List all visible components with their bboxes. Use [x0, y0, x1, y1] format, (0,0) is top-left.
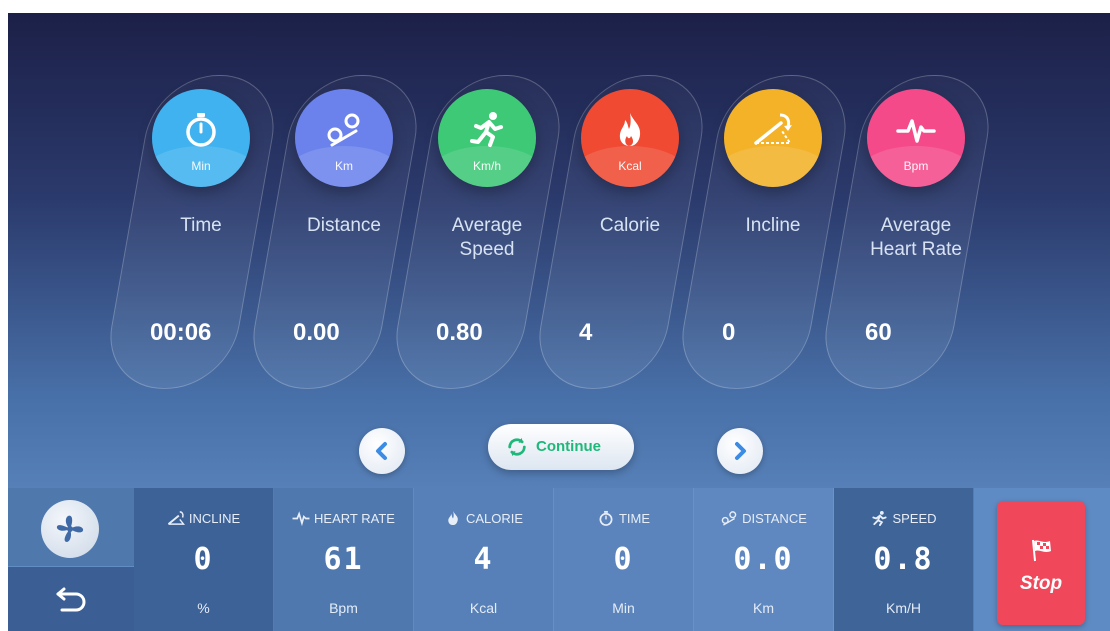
- back-arrow-icon: [56, 587, 86, 612]
- fan-panel: [8, 488, 134, 566]
- card-label: Distance: [307, 215, 381, 236]
- checkered-flag-icon: [1032, 539, 1051, 562]
- stop-panel: Stop: [974, 488, 1110, 631]
- metric-value: 4: [473, 542, 494, 577]
- card-value: 4: [579, 319, 593, 346]
- metric-value: 61: [323, 542, 364, 577]
- metric-time: TIME 0 Min: [554, 488, 694, 631]
- card-value: 0: [722, 319, 736, 346]
- metric-value: 0: [613, 542, 634, 577]
- back-button[interactable]: [8, 567, 134, 631]
- incline-icon: [167, 511, 185, 525]
- incline-icon: [754, 113, 792, 145]
- chevron-left-icon: [376, 442, 387, 460]
- card-value: 60: [865, 319, 892, 346]
- badge-unit: Kcal: [618, 159, 642, 173]
- metric-value: 0: [193, 542, 214, 577]
- runner-icon: [470, 112, 503, 147]
- summary-card-time: Min Time 00:06: [100, 75, 284, 391]
- metric-heart-rate: HEART RATE 61 Bpm: [274, 488, 414, 631]
- route-pin-icon: [327, 113, 360, 147]
- metric-label: INCLINE: [188, 511, 241, 526]
- workout-summary-screen: Min Time 00:06 Km Distance 0.00 Km/h Average Spe…: [8, 13, 1110, 631]
- stop-button[interactable]: Stop: [997, 501, 1085, 625]
- chevron-right-icon: [735, 442, 746, 460]
- card-label: Average Heart Rate: [870, 215, 962, 260]
- metric-unit: Min: [612, 600, 635, 616]
- runner-icon: [872, 510, 887, 526]
- metric-badge: [724, 89, 822, 187]
- flame-icon: [619, 113, 641, 146]
- stop-label: Stop: [1019, 573, 1063, 594]
- metric-badge: Kcal: [581, 89, 679, 187]
- metric-unit: Km: [753, 600, 774, 616]
- metric-unit: Kcal: [469, 600, 498, 616]
- previous-page-button[interactable]: [359, 428, 405, 474]
- summary-card-average-heart-rate: Bpm Average Heart Rate 60: [815, 75, 999, 391]
- metric-value: 0.0: [733, 542, 794, 577]
- refresh-icon: [508, 437, 526, 457]
- metric-label: CALORIE: [465, 511, 524, 526]
- metric-unit: Km/H: [886, 600, 921, 616]
- metric-calorie: CALORIE 4 Kcal: [414, 488, 554, 631]
- badge-unit: Bpm: [903, 159, 929, 173]
- continue-button[interactable]: Continue: [488, 424, 634, 470]
- metric-unit: %: [197, 600, 210, 616]
- metric-badge: Bpm: [867, 89, 965, 187]
- card-label: Time: [180, 215, 222, 236]
- metric-header: CALORIE: [414, 510, 553, 526]
- summary-card-average-speed: Km/h Average Speed 0.80: [386, 75, 570, 391]
- card-value: 00:06: [150, 319, 212, 346]
- route-pin-icon: [721, 511, 737, 526]
- metric-label: SPEED: [892, 511, 937, 526]
- metric-speed: SPEED 0.8 Km/H: [834, 488, 974, 631]
- heartbeat-icon: [896, 119, 936, 143]
- card-value: 0.80: [436, 319, 483, 346]
- summary-card-calorie: Kcal Calorie 4: [529, 75, 713, 391]
- bottom-control-bar: INCLINE 0% HEART RATE 61 Bpm CALORIE 4 Kcal TIME…: [8, 488, 1110, 631]
- metric-header: HEART RATE: [274, 510, 413, 527]
- metric-badge: Min: [152, 89, 250, 187]
- fan-button[interactable]: [41, 500, 99, 558]
- metric-header: TIME: [554, 510, 693, 526]
- fan-icon: [56, 515, 84, 542]
- badge-unit: Km/h: [472, 159, 501, 173]
- summary-card-incline: Incline 0: [672, 75, 856, 391]
- metric-label: HEART RATE: [314, 511, 395, 526]
- summary-card-distance: Km Distance 0.00: [243, 75, 427, 391]
- metric-label: DISTANCE: [742, 511, 807, 526]
- metric-label: TIME: [618, 511, 651, 526]
- left-controls: [8, 488, 134, 631]
- metric-badge: Km/h: [438, 89, 536, 187]
- metric-incline: INCLINE 0%: [134, 488, 274, 631]
- continue-label: Continue: [536, 438, 601, 455]
- card-label: Calorie: [599, 215, 661, 236]
- metric-unit: Bpm: [329, 600, 358, 616]
- metric-distance: DISTANCE 0.0 Km: [694, 488, 834, 631]
- metric-value: 0.8: [873, 542, 934, 577]
- heartbeat-icon: [292, 511, 310, 527]
- stopwatch-icon: [186, 113, 216, 147]
- card-value: 0.00: [293, 319, 340, 346]
- metric-header: SPEED: [834, 510, 973, 526]
- metric-badge: Km: [295, 89, 393, 187]
- metric-header: DISTANCE: [694, 510, 833, 526]
- stopwatch-icon: [599, 510, 613, 526]
- metric-header: INCLINE: [134, 510, 273, 526]
- flame-icon: [448, 510, 458, 526]
- badge-unit: Min: [191, 159, 211, 173]
- next-page-button[interactable]: [717, 428, 763, 474]
- card-label: Incline: [745, 215, 801, 236]
- badge-unit: Km: [335, 159, 353, 173]
- card-label: Average Speed: [451, 215, 523, 260]
